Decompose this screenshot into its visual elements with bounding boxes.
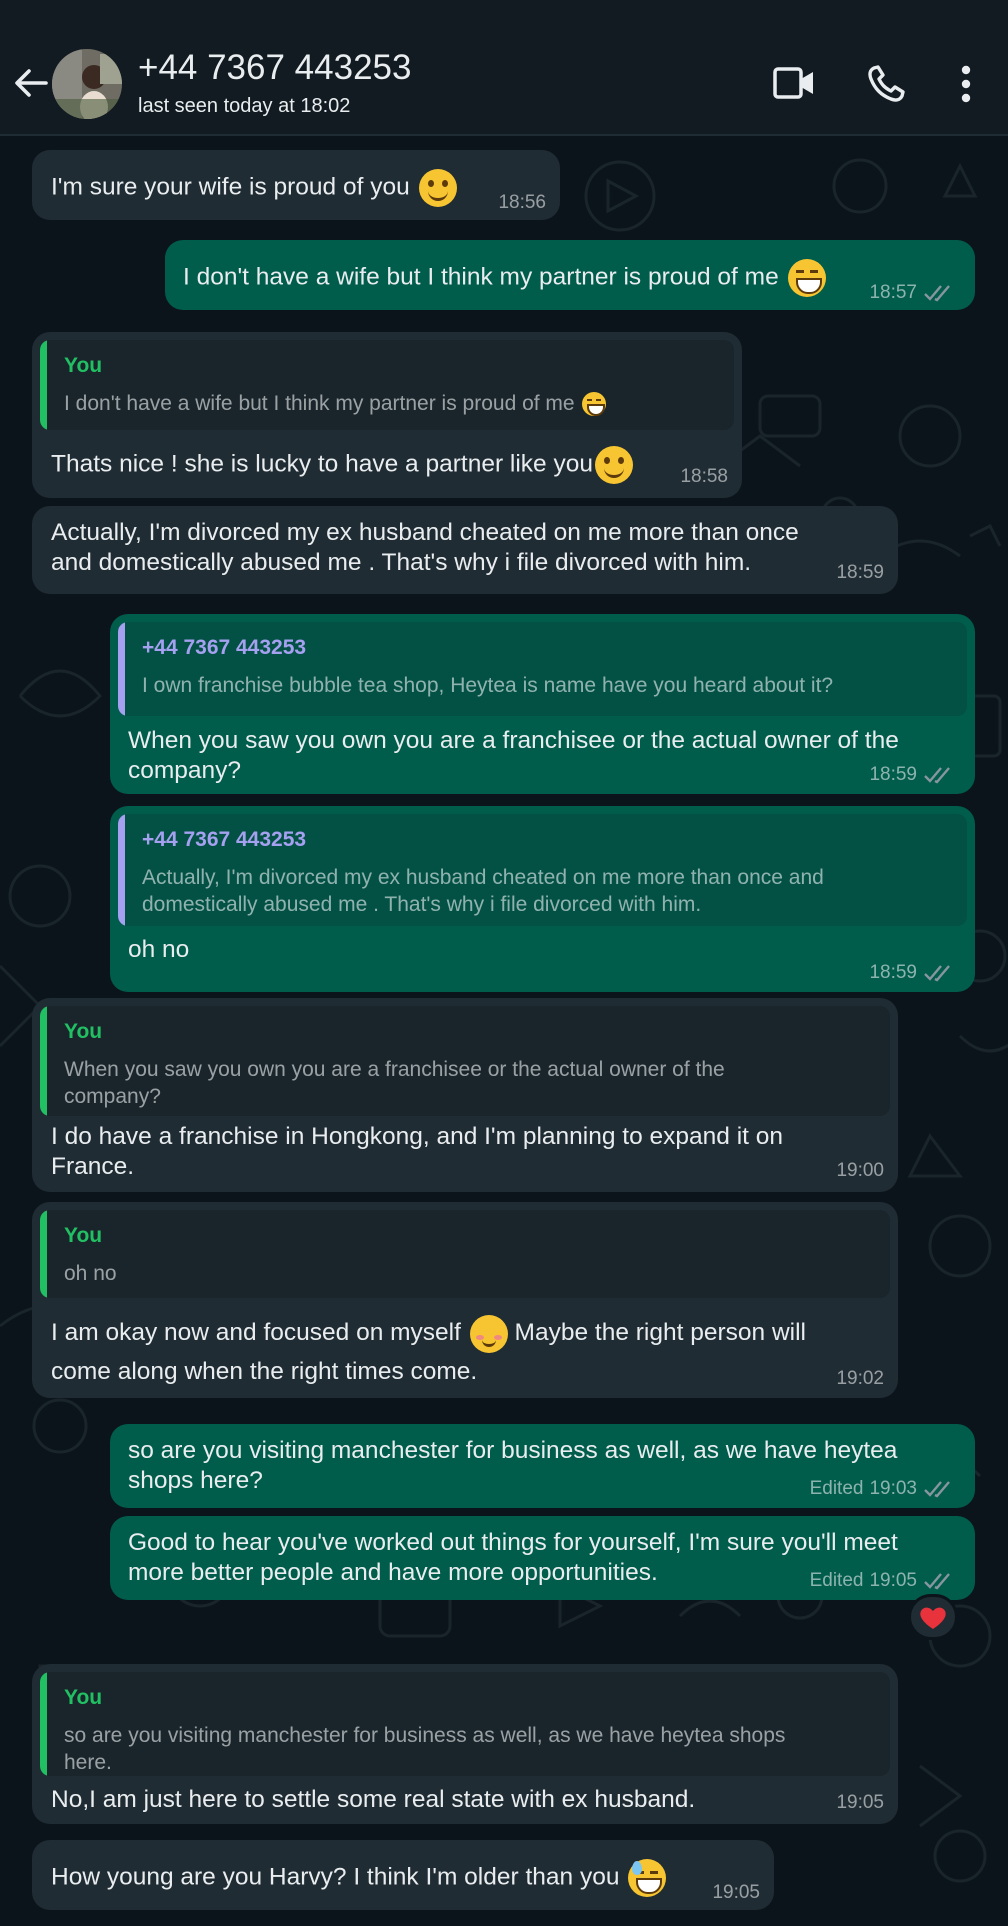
message-time: 18:57 [869,282,955,304]
message-line: Good to hear you've worked out things fo… [128,1529,898,1556]
message-text: Thats nice ! she is lucky to have a part… [51,446,633,484]
laughing-face-emoji [582,392,607,417]
message-text: I'm sure your wife is proud of you [51,169,457,207]
message-text: When you saw you own you are a franchise… [128,726,948,786]
quoted-reply[interactable]: +44 7367 443253 I own franchise bubble t… [118,622,967,716]
message-bubble-outgoing[interactable]: +44 7367 443253 I own franchise bubble t… [110,614,975,794]
laughing-face-emoji [787,259,826,297]
message-line: I am okay now and focused on myself Mayb… [51,1314,881,1353]
quoted-reply[interactable]: +44 7367 443253 Actually, I'm divorced m… [118,814,967,926]
quote-author: You [64,354,103,377]
grinning-sweat-emoji [628,1859,667,1897]
message-time: Edited 19:05 [810,1570,955,1592]
edited-label: Edited [809,1570,864,1591]
quote-bar [118,622,125,716]
quoted-reply[interactable]: You I don't have a wife but I think my p… [40,340,734,430]
quote-bar [40,1006,47,1116]
quote-author: You [64,1686,103,1709]
message-bubble-incoming[interactable]: You I don't have a wife but I think my p… [32,332,742,498]
message-bubble-outgoing[interactable]: +44 7367 443253 Actually, I'm divorced m… [110,806,975,992]
quote-author: +44 7367 443253 [142,828,307,851]
quote-bar [118,814,125,926]
message-time: 18:59 [869,764,955,786]
quote-text: I own franchise bubble tea shop, Heytea … [142,674,834,697]
message-time: 19:00 [836,1160,884,1181]
quote-line: so are you visiting manchester for busin… [64,1724,786,1747]
message-time: Edited 19:03 [810,1478,955,1500]
message-time: 18:59 [869,962,955,984]
edited-label: Edited [809,1478,864,1499]
quoted-reply[interactable]: You When you saw you own you are a franc… [40,1006,890,1116]
message-bubble-incoming[interactable]: How young are you Harvy? I think I'm old… [32,1840,774,1910]
message-line: France. [51,1153,135,1180]
message-bubble-incoming[interactable]: You so are you visiting manchester for b… [32,1664,898,1824]
message-bubble-incoming[interactable]: Actually, I'm divorced my ex husband che… [32,506,898,594]
contact-name[interactable]: +44 7367 443253 [138,48,411,88]
message-line: When you saw you own you are a franchise… [128,727,899,754]
read-ticks-icon [924,1573,950,1590]
quote-author: You [64,1020,103,1043]
smiling-face-emoji [595,446,633,484]
video-call-icon[interactable] [773,66,815,100]
message-line: come along when the right times come. [51,1357,478,1385]
message-bubble-incoming[interactable]: I'm sure your wife is proud of you 18:56 [32,150,560,220]
message-bubble-incoming[interactable]: You oh no I am okay now and focused on m… [32,1202,898,1398]
smiling-blush-emoji [469,1314,508,1353]
message-time: 18:59 [836,562,884,583]
chat-header: +44 7367 443253 last seen today at 18:02 [0,0,1008,136]
chat-area[interactable]: I'm sure your wife is proud of you 18:56… [0,136,1008,1926]
message-bubble-outgoing[interactable]: Good to hear you've worked out things fo… [110,1516,975,1600]
quote-text: so are you visiting manchester for busin… [64,1722,890,1776]
message-time: 19:05 [712,1882,760,1903]
quote-line: company? [64,1085,161,1108]
quoted-reply[interactable]: You oh no [40,1210,890,1298]
read-ticks-icon [924,767,950,784]
message-line: company? [128,757,242,784]
message-line: Actually, I'm divorced my ex husband che… [51,519,799,546]
message-time: 18:58 [680,466,728,487]
back-arrow-icon[interactable] [12,64,50,102]
quote-author: +44 7367 443253 [142,636,307,659]
smiling-face-emoji [418,169,457,207]
quote-text: I don't have a wife but I think my partn… [64,390,607,417]
quote-line: Actually, I'm divorced my ex husband che… [142,866,824,889]
read-ticks-icon [924,1481,950,1498]
quote-bar [40,1210,47,1298]
quote-author: You [64,1224,103,1247]
quote-bar [40,1672,47,1776]
heart-icon [920,1607,946,1629]
message-time: 19:02 [836,1368,884,1389]
message-time: 19:05 [836,1792,884,1813]
contact-avatar[interactable] [52,49,122,119]
message-text: No,I am just here to settle some real st… [51,1786,696,1813]
quote-text: oh no [64,1262,117,1285]
message-text: I do have a franchise in Hongkong, and I… [51,1122,871,1182]
message-line: and domestically abused me . That's why … [51,549,752,576]
message-time: 18:56 [498,192,546,213]
read-ticks-icon [924,965,950,982]
message-text: How young are you Harvy? I think I'm old… [51,1859,667,1897]
heart-reaction[interactable] [908,1594,958,1640]
message-text: Actually, I'm divorced my ex husband che… [51,518,871,578]
quoted-reply[interactable]: You so are you visiting manchester for b… [40,1672,890,1776]
quote-bar [40,340,47,430]
last-seen-status: last seen today at 18:02 [138,95,351,117]
message-line: so are you visiting manchester for busin… [128,1437,898,1464]
quote-line: When you saw you own you are a franchise… [64,1058,725,1081]
message-text: oh no [128,936,190,963]
quote-line: domestically abused me . That's why i fi… [142,893,702,916]
message-bubble-outgoing[interactable]: so are you visiting manchester for busin… [110,1424,975,1508]
more-vert-icon[interactable] [958,64,974,104]
message-text: I don't have a wife but I think my partn… [183,259,826,297]
phone-icon[interactable] [866,64,906,104]
quote-text: When you saw you own you are a franchise… [64,1056,884,1110]
quote-line: here. [64,1751,112,1774]
message-text: I am okay now and focused on myself Mayb… [51,1314,881,1390]
quote-text: Actually, I'm divorced my ex husband che… [142,864,962,918]
message-bubble-incoming[interactable]: You When you saw you own you are a franc… [32,998,898,1192]
message-bubble-outgoing[interactable]: I don't have a wife but I think my partn… [165,240,975,310]
message-line: I do have a franchise in Hongkong, and I… [51,1123,784,1150]
read-ticks-icon [924,285,950,302]
